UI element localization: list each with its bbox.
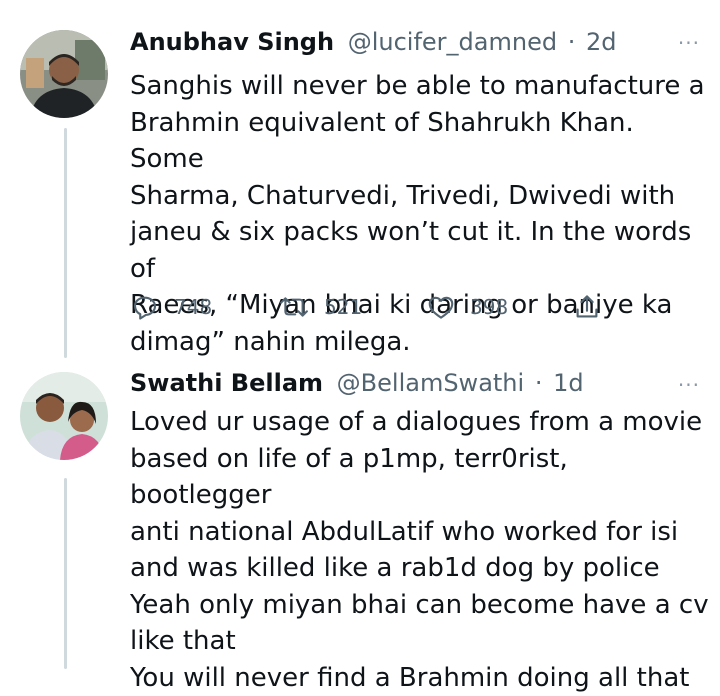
- display-name[interactable]: Swathi Bellam: [130, 369, 323, 397]
- retweet-count: 521: [324, 295, 363, 319]
- reply-icon: [130, 292, 160, 322]
- tweet[interactable]: Anubhav Singh @lucifer_damned · 2d ··· S…: [0, 0, 720, 360]
- avatar[interactable]: [20, 30, 108, 118]
- reply-count: 748: [174, 295, 213, 319]
- tweet-text: Loved ur usage of a dialogues from a mov…: [130, 407, 709, 693]
- separator-dot: ·: [567, 28, 576, 56]
- avatar[interactable]: [20, 372, 108, 460]
- reply-button[interactable]: 748: [130, 292, 212, 322]
- display-name[interactable]: Anubhav Singh: [130, 28, 334, 56]
- like-button[interactable]: 398: [426, 292, 508, 322]
- timestamp[interactable]: 1d: [553, 369, 584, 397]
- more-options-icon[interactable]: ···: [678, 33, 700, 53]
- retweet-button[interactable]: 521: [278, 292, 362, 322]
- separator-dot: ·: [534, 369, 543, 397]
- share-icon: [572, 292, 602, 322]
- share-button[interactable]: [572, 292, 602, 322]
- heart-icon: [426, 292, 456, 322]
- user-handle[interactable]: @lucifer_damned: [348, 28, 557, 56]
- like-count: 398: [470, 295, 509, 319]
- retweet-icon: [278, 292, 310, 322]
- user-handle[interactable]: @BellamSwathi: [337, 369, 525, 397]
- tweet-actions: 748 521 398: [130, 292, 630, 332]
- timestamp[interactable]: 2d: [586, 28, 617, 56]
- tweet[interactable]: Swathi Bellam @BellamSwathi · 1d ··· Lov…: [0, 360, 720, 693]
- more-options-icon[interactable]: ···: [678, 375, 700, 395]
